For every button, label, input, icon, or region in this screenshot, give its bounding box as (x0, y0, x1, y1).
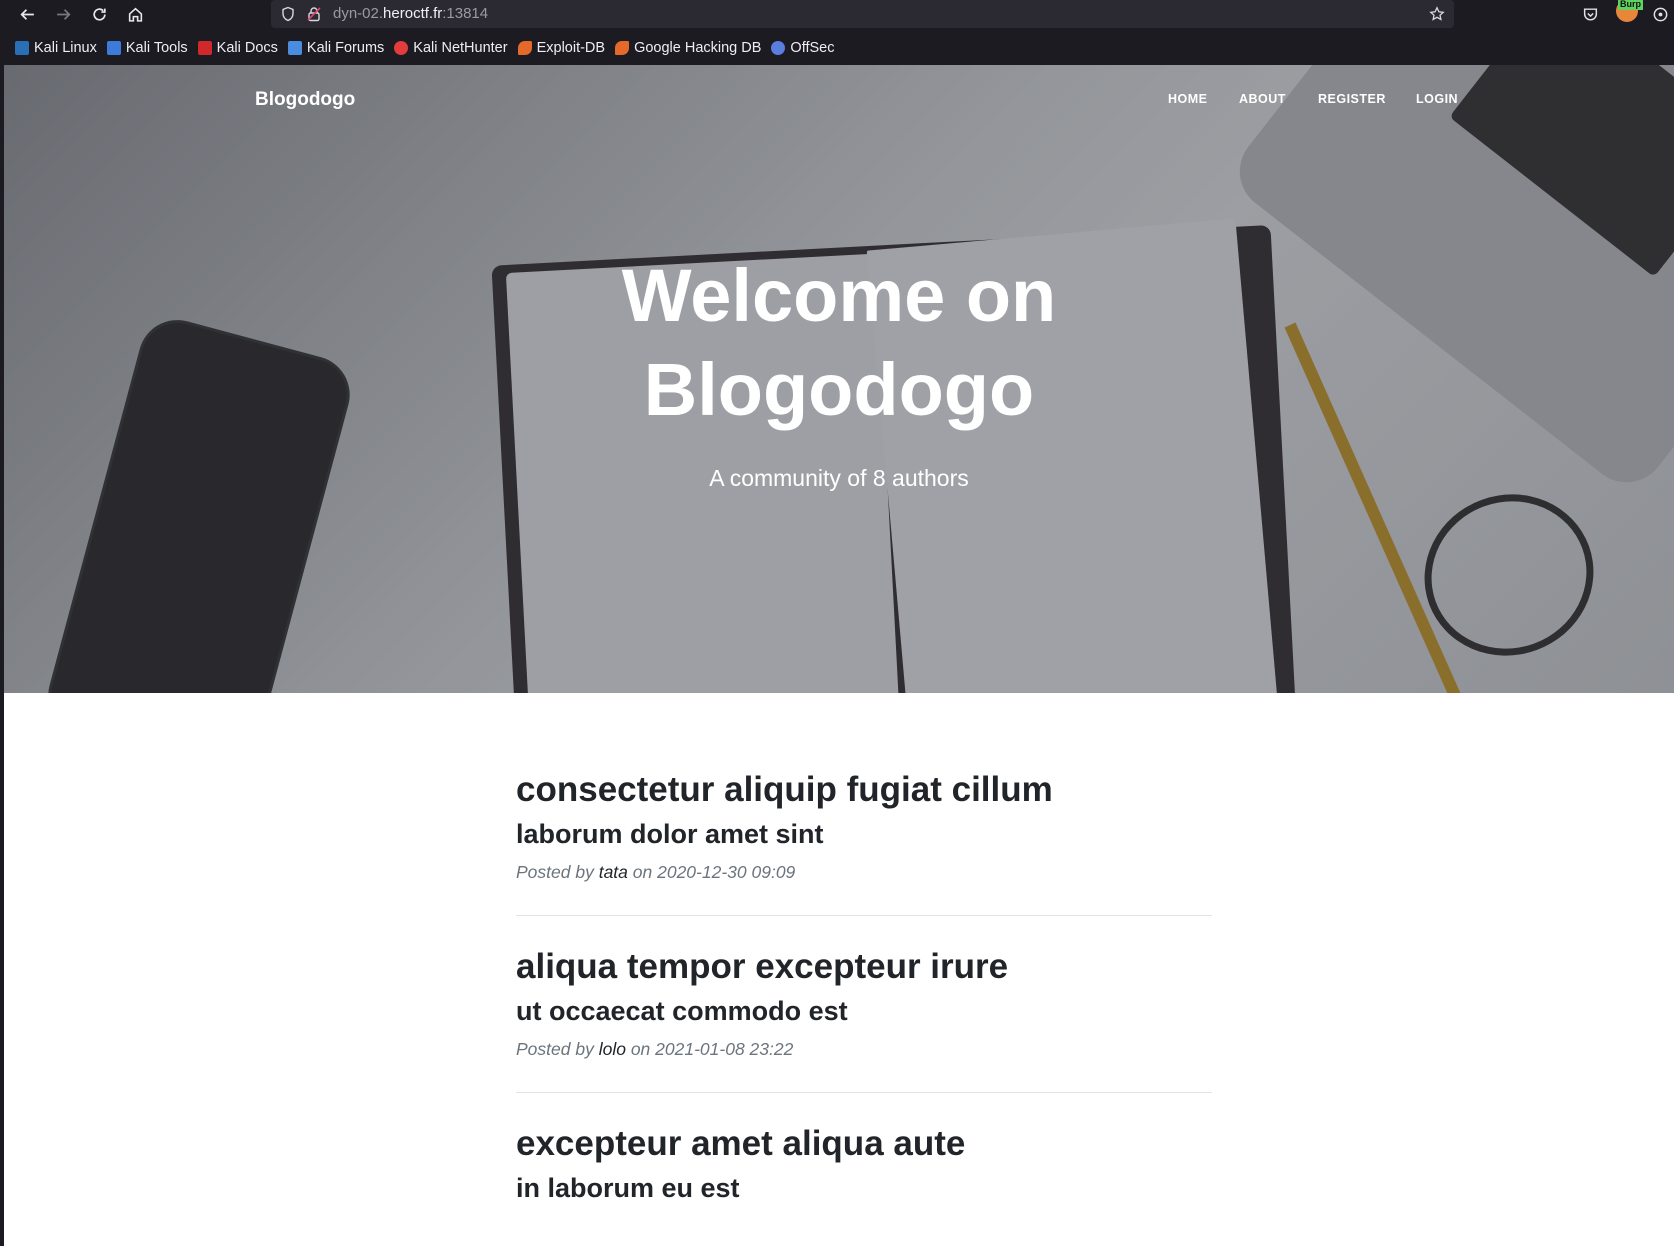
lock-insecure-icon[interactable] (305, 5, 323, 23)
bookmark-label: Google Hacking DB (634, 40, 762, 56)
hero-title: Welcome on Blogodogo (4, 249, 1674, 437)
bookmark-label: Kali Forums (306, 40, 385, 56)
bookmark-kali-nethunter[interactable]: Kali NetHunter (394, 40, 508, 56)
bookmarks-bar: Kali Linux Kali Tools Kali Docs Kali For… (0, 36, 1674, 60)
post-preview[interactable]: aliqua tempor excepteur irure ut occaeca… (516, 945, 1212, 1060)
hero-title-line1: Welcome on (621, 254, 1057, 337)
post-meta: Posted by tata on 2020-12-30 09:09 (516, 861, 1212, 883)
extensions-puzzle-icon[interactable] (1650, 4, 1670, 24)
url-host: heroctf.fr (383, 5, 443, 22)
nav-home-link[interactable]: HOME (1168, 92, 1208, 106)
kali-forums-favicon (287, 41, 302, 55)
bookmark-offsec[interactable]: OffSec (771, 40, 834, 56)
post-divider (516, 1092, 1212, 1093)
nav-register-link[interactable]: REGISTER (1318, 92, 1386, 106)
post-subtitle[interactable]: ut occaecat commodo est (516, 993, 1212, 1029)
bookmark-star-icon[interactable] (1428, 5, 1446, 23)
bookmark-label: Kali Tools (125, 40, 188, 56)
post-subtitle[interactable]: laborum dolor amet sint (516, 816, 1212, 852)
address-bar[interactable]: dyn-02.heroctf.fr:13814 (271, 0, 1454, 28)
kali-linux-favicon (15, 41, 29, 55)
reload-button[interactable] (87, 2, 111, 26)
post-preview[interactable]: excepteur amet aliqua aute in laborum eu… (516, 1122, 1212, 1206)
shield-icon[interactable] (279, 5, 297, 23)
bookmark-kali-docs[interactable]: Kali Docs (197, 40, 278, 56)
post-title[interactable]: consectetur aliquip fugiat cillum (516, 768, 1212, 812)
site-brand-link[interactable]: Blogodogo (255, 89, 355, 111)
browser-chrome: dyn-02.heroctf.fr:13814 Burp Kali Linux … (0, 0, 1674, 65)
hero-subtitle: A community of 8 authors (709, 465, 969, 491)
url-prefix: dyn-02. (333, 5, 384, 22)
post-subtitle[interactable]: in laborum eu est (516, 1170, 1212, 1206)
arrow-right-icon (56, 8, 71, 20)
post-author-link[interactable]: tata (599, 862, 628, 882)
browser-toolbar: dyn-02.heroctf.fr:13814 Burp (0, 0, 1674, 28)
bookmark-kali-linux[interactable]: Kali Linux (15, 40, 97, 56)
kali-nethunter-favicon (394, 41, 409, 55)
post-list: consectetur aliquip fugiat cillum laboru… (516, 768, 1212, 1206)
posted-by-label: Posted by (516, 862, 594, 882)
nav-login-link[interactable]: LOGIN (1416, 92, 1458, 106)
web-page: Blogodogo HOME ABOUT REGISTER LOGIN Welc… (4, 65, 1674, 1246)
hero-title-line2: Blogodogo (643, 348, 1035, 431)
url-port: :13814 (442, 5, 489, 22)
post-meta: Posted by lolo on 2021-01-08 23:22 (516, 1038, 1212, 1060)
posted-by-label: Posted by (516, 1039, 594, 1059)
arrow-left-icon (19, 8, 34, 20)
home-icon (128, 7, 142, 22)
home-button[interactable] (123, 2, 147, 26)
hero-header: Blogodogo HOME ABOUT REGISTER LOGIN Welc… (4, 65, 1674, 693)
bookmark-label: Kali Linux (34, 40, 97, 56)
post-date: on 2020-12-30 09:09 (632, 862, 796, 882)
post-date: on 2021-01-08 23:22 (630, 1039, 794, 1059)
post-author-link[interactable]: lolo (599, 1039, 626, 1059)
post-preview[interactable]: consectetur aliquip fugiat cillum laboru… (516, 768, 1212, 883)
reload-icon (92, 7, 106, 21)
forward-button[interactable] (51, 2, 75, 26)
exploit-db-favicon (517, 41, 532, 55)
bookmark-label: Exploit-DB (536, 40, 606, 56)
bookmark-kali-tools[interactable]: Kali Tools (106, 40, 188, 56)
post-title[interactable]: excepteur amet aliqua aute (516, 1122, 1212, 1166)
offsec-favicon (771, 41, 786, 55)
post-divider (516, 915, 1212, 916)
google-hacking-db-favicon (615, 41, 630, 55)
bookmark-google-hacking-db[interactable]: Google Hacking DB (615, 40, 761, 56)
bookmark-exploit-db[interactable]: Exploit-DB (517, 40, 606, 56)
kali-tools-favicon (106, 41, 121, 55)
bookmark-kali-forums[interactable]: Kali Forums (287, 40, 385, 56)
burp-badge: Burp (1618, 0, 1643, 10)
url-text[interactable]: dyn-02.heroctf.fr:13814 (333, 5, 488, 22)
pocket-icon[interactable] (1580, 4, 1600, 24)
post-title[interactable]: aliqua tempor excepteur irure (516, 945, 1212, 989)
bookmark-label: OffSec (790, 40, 835, 56)
bookmark-label: Kali Docs (216, 40, 278, 56)
kali-docs-favicon (197, 41, 212, 55)
nav-about-link[interactable]: ABOUT (1239, 92, 1286, 106)
bookmark-label: Kali NetHunter (413, 40, 508, 56)
back-button[interactable] (15, 2, 39, 26)
